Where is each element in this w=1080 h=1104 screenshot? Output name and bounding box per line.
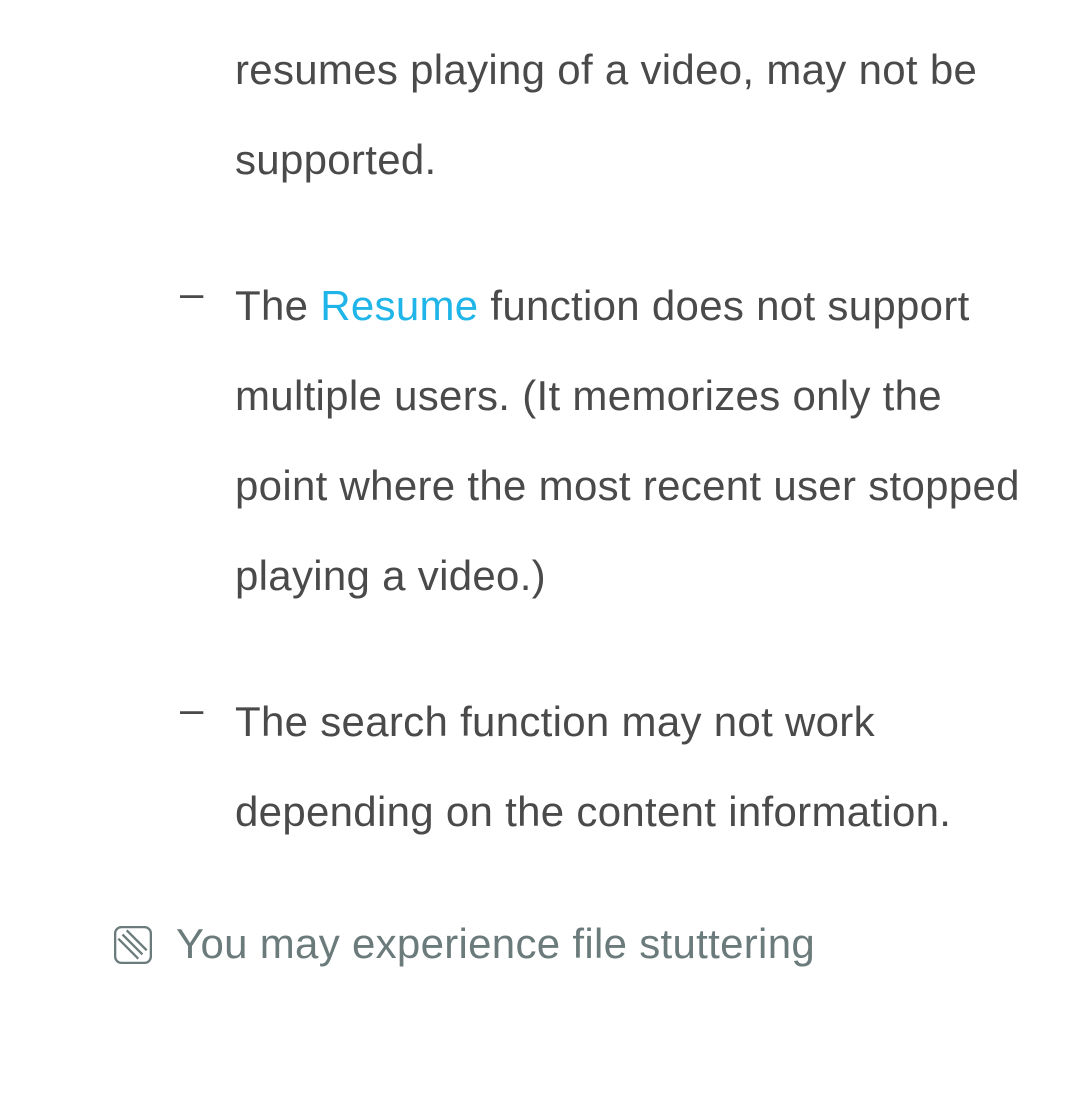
text-span: resumes playing of a video, may not be s… [235, 46, 977, 183]
document-content: resumes playing of a video, may not be s… [0, 0, 1080, 857]
list-item: – The Resume function does not support m… [180, 261, 1020, 622]
list-item-text: The Resume function does not support mul… [235, 261, 1020, 622]
list-item-partial: resumes playing of a video, may not be s… [180, 25, 1020, 206]
text-span: The search function may not work dependi… [235, 698, 951, 835]
text-span: The [235, 282, 320, 329]
text-span: function does not support multiple users… [235, 282, 1020, 600]
dash-bullet: – [180, 261, 235, 622]
list-item-text: The search function may not work dependi… [235, 677, 1020, 858]
highlight-term: Resume [320, 282, 478, 329]
note-text: You may experience file stuttering [176, 912, 815, 975]
list-item: – The search function may not work depen… [180, 677, 1020, 858]
note-icon [112, 924, 154, 966]
note-row: You may experience file stuttering [0, 912, 1080, 975]
dash-bullet: – [180, 677, 235, 858]
